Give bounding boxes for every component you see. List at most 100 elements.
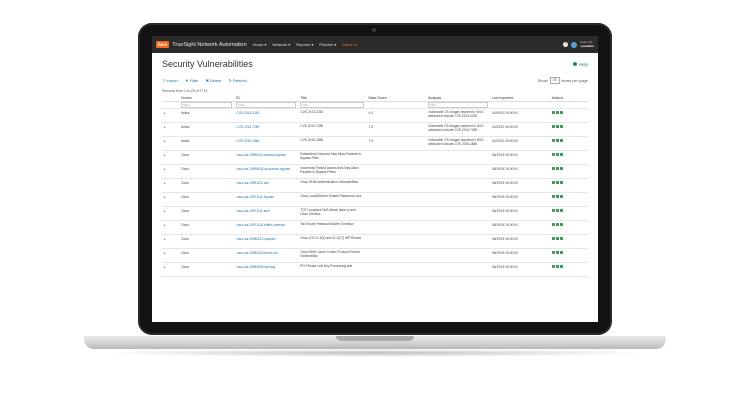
id-link[interactable]: cisco-sa-19980222-caopain xyxy=(234,234,299,249)
vendor-cell: Cisco xyxy=(179,206,235,221)
expand-toggle[interactable]: ▸ xyxy=(162,234,180,249)
expand-toggle[interactable]: ▸ xyxy=(162,136,180,151)
edit-icon[interactable] xyxy=(551,167,555,170)
id-link[interactable]: cisco-sa-19990524-acl-packet-bypass xyxy=(234,164,299,179)
edit-icon[interactable] xyxy=(551,209,555,212)
edit-icon[interactable] xyxy=(551,153,555,156)
id-link[interactable]: CVE-2013-2230 xyxy=(234,108,299,123)
table-row[interactable]: ▸ Arista CVE-2013-2230 CVE-2013-2230 4.9 Vuln… xyxy=(162,108,588,123)
table-row[interactable]: ▸ Arista CVE-2015-1866 CVE-2015-1866 7.5 Vuln… xyxy=(162,136,588,151)
edit-icon[interactable] xyxy=(551,223,555,226)
edit-icon[interactable] xyxy=(551,139,555,142)
export-icon[interactable] xyxy=(559,139,563,142)
filter-input[interactable]: Filter xyxy=(300,102,365,108)
help-icon[interactable]: ? xyxy=(563,42,569,47)
view-icon[interactable] xyxy=(555,251,559,254)
refresh-button[interactable]: ↻ Refresh xyxy=(228,78,246,83)
id-link[interactable]: cisco-sa-19971111-land xyxy=(234,206,299,221)
export-icon[interactable] xyxy=(559,181,563,184)
id-link[interactable]: cisco-sa-19971116-buffer-overflow xyxy=(234,220,299,235)
score-cell xyxy=(366,192,427,207)
table-row[interactable]: ▸ Cisco cisco-sa-19971111-land TCP Loopback… xyxy=(162,206,588,221)
expand-toggle[interactable]: ▸ xyxy=(162,108,180,123)
expand-toggle[interactable]: ▸ xyxy=(162,220,180,235)
analysis-cell: Vulnerable OS images reported in NVD adv… xyxy=(426,108,490,123)
view-icon[interactable] xyxy=(555,181,559,184)
id-link[interactable]: CVE-2014-7289 xyxy=(234,122,299,137)
export-icon[interactable] xyxy=(559,223,563,226)
id-link[interactable]: cisco-sa-19980420-ecure-pix xyxy=(234,248,299,263)
view-icon[interactable] xyxy=(555,139,559,142)
id-link[interactable]: cisco-sa-19990401-tacplus-bypass xyxy=(234,150,299,165)
expand-toggle[interactable]: ▸ xyxy=(162,206,180,221)
delete-button[interactable]: ✖ Delete xyxy=(206,78,222,83)
view-icon[interactable] xyxy=(555,223,559,226)
table-row[interactable]: ▸ Cisco cisco-sa-19980420-ecure-pix Cisco W… xyxy=(162,248,588,263)
expand-toggle[interactable]: ▸ xyxy=(162,192,180,207)
table-row[interactable]: ▸ Cisco cisco-sa-19971116-buffer-overflow T… xyxy=(162,220,588,235)
export-icon[interactable] xyxy=(559,111,563,114)
export-icon[interactable] xyxy=(559,265,563,268)
expand-toggle[interactable]: ▸ xyxy=(162,248,180,263)
title-cell: Cisco IOS 11.2(4) and 11.2(17) WP Reload xyxy=(298,234,367,249)
table-row[interactable]: ▸ Cisco cisco-sa-19971111-bypass Cisco Loca… xyxy=(162,192,588,207)
help-link[interactable]: Help xyxy=(572,62,588,67)
actions-cell xyxy=(549,206,588,221)
export-icon[interactable] xyxy=(559,237,563,240)
filter-icon: ▼ xyxy=(184,78,189,83)
nav-home[interactable]: Home ▾ xyxy=(253,42,267,47)
id-link[interactable]: cisco-sa-19980626-nat-bug xyxy=(234,262,299,277)
export-icon[interactable] xyxy=(559,153,563,156)
view-icon[interactable] xyxy=(555,125,559,128)
view-icon[interactable] xyxy=(555,209,559,212)
import-button[interactable]: ⇧ Import xyxy=(162,78,178,83)
title-cell: PIX Private Link Key Processing and xyxy=(298,262,367,277)
edit-icon[interactable] xyxy=(551,181,555,184)
export-icon[interactable] xyxy=(559,195,563,198)
table-row[interactable]: ▸ Arista CVE-2014-7289 CVE-2014-7289 7.5 Vuln… xyxy=(162,122,588,137)
filter-input[interactable]: Filter xyxy=(236,102,297,108)
table-row[interactable]: ▸ Cisco cisco-sa-19991110-ssh Cisco SHell A… xyxy=(162,178,588,193)
export-icon[interactable] xyxy=(559,167,563,170)
expand-toggle[interactable]: ▸ xyxy=(162,262,180,277)
edit-icon[interactable] xyxy=(551,111,555,114)
view-icon[interactable] xyxy=(555,153,559,156)
analysis-cell xyxy=(426,220,490,235)
edit-icon[interactable] xyxy=(551,265,555,268)
filter-input[interactable]: Filter xyxy=(428,102,488,108)
filter-input[interactable]: Filter xyxy=(181,102,233,108)
user-menu[interactable]: User Info sysadmin xyxy=(580,40,594,48)
page-size-select[interactable]: 25 xyxy=(549,77,560,84)
view-icon[interactable] xyxy=(555,265,559,268)
nav-reports[interactable]: Reports ▾ xyxy=(296,42,313,47)
user-avatar-icon[interactable] xyxy=(571,41,578,48)
vendor-cell: Cisco xyxy=(179,248,235,263)
view-icon[interactable] xyxy=(555,111,559,114)
id-link[interactable]: CVE-2015-1866 xyxy=(234,136,299,151)
nav-network[interactable]: Network ▾ xyxy=(272,42,290,47)
view-icon[interactable] xyxy=(555,167,559,170)
table-row[interactable]: ▸ Cisco cisco-sa-19990524-acl-packet-bypas… xyxy=(162,164,588,179)
username: sysadmin xyxy=(580,43,594,48)
expand-toggle[interactable]: ▸ xyxy=(162,178,180,193)
table-row[interactable]: ▸ Cisco cisco-sa-19990401-tacplus-bypass Es… xyxy=(162,150,588,165)
edit-icon[interactable] xyxy=(551,237,555,240)
nav-admin[interactable]: Admin ▾ xyxy=(342,42,356,47)
edit-icon[interactable] xyxy=(551,195,555,198)
export-icon[interactable] xyxy=(559,251,563,254)
edit-icon[interactable] xyxy=(551,251,555,254)
nav-policies[interactable]: Policies ▾ xyxy=(319,42,336,47)
expand-toggle[interactable]: ▸ xyxy=(162,122,180,137)
expand-toggle[interactable]: ▸ xyxy=(162,164,180,179)
id-link[interactable]: cisco-sa-19991110-ssh xyxy=(234,178,299,193)
expand-toggle[interactable]: ▸ xyxy=(162,150,180,165)
filter-button[interactable]: ▼ Filter xyxy=(185,78,199,83)
view-icon[interactable] xyxy=(555,237,559,240)
table-row[interactable]: ▸ Cisco cisco-sa-19980626-nat-bug PIX Priva… xyxy=(162,262,588,277)
edit-icon[interactable] xyxy=(551,125,555,128)
view-icon[interactable] xyxy=(555,195,559,198)
export-icon[interactable] xyxy=(559,209,563,212)
table-row[interactable]: ▸ Cisco cisco-sa-19980222-caopain Cisco IOS… xyxy=(162,234,588,249)
id-link[interactable]: cisco-sa-19971111-bypass xyxy=(234,192,299,207)
export-icon[interactable] xyxy=(559,125,563,128)
